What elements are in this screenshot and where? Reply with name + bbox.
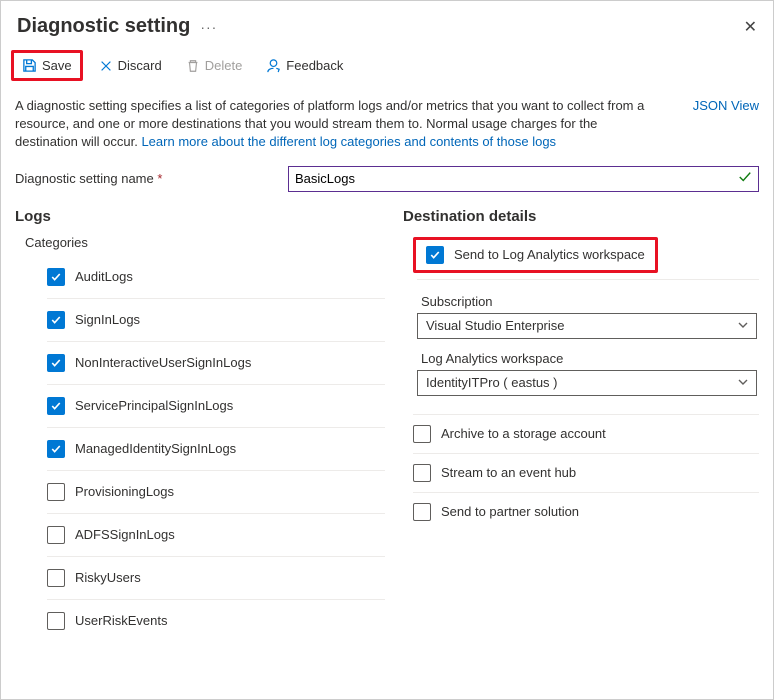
category-label: SignInLogs bbox=[75, 312, 140, 327]
category-label: RiskyUsers bbox=[75, 570, 141, 585]
category-checkbox[interactable] bbox=[47, 612, 65, 630]
send-law-label: Send to Log Analytics workspace bbox=[454, 247, 645, 262]
category-checkbox[interactable] bbox=[47, 311, 65, 329]
feedback-button[interactable]: Feedback bbox=[258, 53, 351, 78]
category-checkbox[interactable] bbox=[47, 440, 65, 458]
subscription-select[interactable]: Visual Studio Enterprise bbox=[417, 313, 757, 339]
archive-label: Archive to a storage account bbox=[441, 426, 606, 441]
discard-label: Discard bbox=[118, 58, 162, 73]
chevron-down-icon bbox=[738, 375, 748, 390]
subscription-value: Visual Studio Enterprise bbox=[426, 318, 565, 333]
setting-name-label: Diagnostic setting name * bbox=[15, 171, 280, 186]
delete-label: Delete bbox=[205, 58, 243, 73]
save-label: Save bbox=[42, 58, 72, 73]
description: JSON View A diagnostic setting specifies… bbox=[1, 91, 773, 156]
stream-label: Stream to an event hub bbox=[441, 465, 576, 480]
category-label: ServicePrincipalSignInLogs bbox=[75, 398, 233, 413]
category-checkbox[interactable] bbox=[47, 526, 65, 544]
send-law-checkbox[interactable] bbox=[426, 246, 444, 264]
category-row[interactable]: UserRiskEvents bbox=[47, 600, 385, 642]
learn-more-link[interactable]: Learn more about the different log categ… bbox=[141, 134, 556, 149]
destination-column: Destination details Send to Log Analytic… bbox=[403, 202, 759, 642]
category-label: UserRiskEvents bbox=[75, 613, 167, 628]
partner-row[interactable]: Send to partner solution bbox=[413, 493, 759, 531]
required-indicator: * bbox=[157, 171, 162, 186]
discard-button[interactable]: Discard bbox=[91, 53, 170, 78]
more-icon[interactable]: ··· bbox=[200, 19, 217, 35]
category-row[interactable]: ProvisioningLogs bbox=[47, 471, 385, 514]
chevron-down-icon bbox=[738, 318, 748, 333]
setting-name-label-text: Diagnostic setting name bbox=[15, 171, 154, 186]
category-checkbox[interactable] bbox=[47, 483, 65, 501]
delete-icon bbox=[186, 59, 200, 73]
page-title: Diagnostic setting bbox=[17, 15, 190, 38]
blade-header: Diagnostic setting ··· ✕ bbox=[1, 1, 773, 46]
category-row[interactable]: SignInLogs bbox=[47, 299, 385, 342]
category-row[interactable]: ADFSSignInLogs bbox=[47, 514, 385, 557]
category-label: NonInteractiveUserSignInLogs bbox=[75, 355, 251, 370]
workspace-value: IdentityITPro ( eastus ) bbox=[426, 375, 558, 390]
category-checkbox[interactable] bbox=[47, 397, 65, 415]
send-law-row[interactable]: Send to Log Analytics workspace bbox=[413, 237, 658, 273]
feedback-label: Feedback bbox=[286, 58, 343, 73]
category-label: ADFSSignInLogs bbox=[75, 527, 175, 542]
category-row[interactable]: ServicePrincipalSignInLogs bbox=[47, 385, 385, 428]
partner-checkbox[interactable] bbox=[413, 503, 431, 521]
feedback-icon bbox=[266, 58, 281, 73]
discard-icon bbox=[99, 59, 113, 73]
category-row[interactable]: ManagedIdentitySignInLogs bbox=[47, 428, 385, 471]
category-row[interactable]: RiskyUsers bbox=[47, 557, 385, 600]
json-view-link[interactable]: JSON View bbox=[693, 97, 759, 115]
archive-row[interactable]: Archive to a storage account bbox=[413, 414, 759, 454]
destination-title: Destination details bbox=[403, 208, 759, 225]
close-icon[interactable]: ✕ bbox=[744, 17, 757, 37]
categories-subtitle: Categories bbox=[25, 235, 385, 250]
category-list: AuditLogs SignInLogs NonInteractiveUserSig… bbox=[15, 256, 385, 642]
setting-name-input-wrap[interactable] bbox=[288, 166, 759, 192]
logs-title: Logs bbox=[15, 208, 385, 225]
save-button[interactable]: Save bbox=[11, 50, 83, 81]
subscription-label: Subscription bbox=[421, 294, 759, 309]
partner-label: Send to partner solution bbox=[441, 504, 579, 519]
workspace-label: Log Analytics workspace bbox=[421, 351, 759, 366]
stream-checkbox[interactable] bbox=[413, 464, 431, 482]
stream-row[interactable]: Stream to an event hub bbox=[413, 454, 759, 493]
category-checkbox[interactable] bbox=[47, 268, 65, 286]
category-label: ManagedIdentitySignInLogs bbox=[75, 441, 236, 456]
valid-check-icon bbox=[738, 170, 752, 187]
delete-button: Delete bbox=[178, 53, 251, 78]
category-label: ProvisioningLogs bbox=[75, 484, 174, 499]
category-row[interactable]: AuditLogs bbox=[47, 256, 385, 299]
category-checkbox[interactable] bbox=[47, 569, 65, 587]
save-icon bbox=[22, 58, 37, 73]
logs-column: Logs Categories AuditLogs SignInLogs NonIn… bbox=[15, 202, 385, 642]
setting-name-row: Diagnostic setting name * bbox=[1, 156, 773, 198]
category-label: AuditLogs bbox=[75, 269, 133, 284]
toolbar: Save Discard Delete Feedback bbox=[1, 46, 773, 91]
workspace-select[interactable]: IdentityITPro ( eastus ) bbox=[417, 370, 757, 396]
archive-checkbox[interactable] bbox=[413, 425, 431, 443]
category-row[interactable]: NonInteractiveUserSignInLogs bbox=[47, 342, 385, 385]
category-checkbox[interactable] bbox=[47, 354, 65, 372]
setting-name-input[interactable] bbox=[295, 171, 738, 186]
